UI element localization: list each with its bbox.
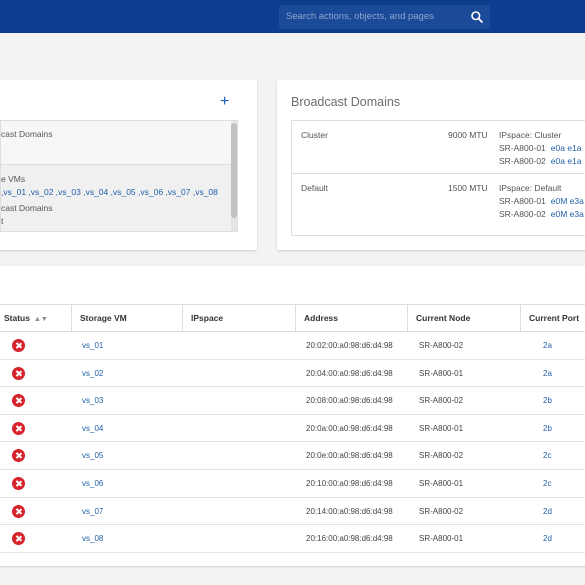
address-cell: 20:10:00:a0:98:d6:d4:98 bbox=[306, 479, 393, 488]
domain-node-row: SR-A800-02 e0M e3a e bbox=[499, 209, 585, 219]
ipspaces-card: + cast Domains e VMs ,vs_01 ,vs_02 ,vs_0… bbox=[0, 80, 257, 250]
broadcast-domains-table: Cluster 9000 MTU IPspace: Cluster SR-A80… bbox=[291, 120, 585, 236]
current-port-link[interactable]: 2a bbox=[543, 360, 552, 387]
table-row[interactable]: vs_02 20:04:00:a0:98:d6:d4:98 SR-A800-01 2a bbox=[0, 360, 585, 388]
storage-vm-link[interactable]: vs_04 bbox=[82, 415, 103, 442]
domain-node-row: SR-A800-02 e0a e1a bbox=[499, 156, 582, 166]
error-status-icon bbox=[12, 532, 25, 546]
current-node-cell: SR-A800-02 bbox=[419, 396, 464, 406]
port-links[interactable]: e0M e3a e bbox=[551, 209, 585, 219]
current-port-link[interactable]: 2d bbox=[543, 525, 552, 552]
error-status-icon bbox=[12, 477, 25, 490]
card-title: Broadcast Domains bbox=[291, 95, 401, 109]
storage-vm-link[interactable]: vs_07 bbox=[82, 498, 103, 525]
current-node-cell: SR-A800-02 bbox=[419, 341, 464, 350]
error-status-icon bbox=[12, 449, 25, 463]
port-links[interactable]: e0M e3a e bbox=[551, 196, 585, 206]
divider bbox=[292, 173, 585, 174]
domain-node-row: SR-A800-01 e0M e3a e bbox=[499, 196, 585, 206]
address-cell: 20:04:00:a0:98:d6:d4:98 bbox=[306, 368, 393, 378]
broadcast-domains-card: Broadcast Domains Cluster 9000 MTU IPspa… bbox=[277, 80, 585, 250]
column-header-current-node[interactable]: Current Node bbox=[407, 305, 520, 331]
error-status-icon bbox=[12, 366, 25, 380]
current-node-cell: SR-A800-02 bbox=[419, 506, 464, 516]
domain-ipspace: IPspace: Cluster bbox=[499, 130, 562, 140]
error-status-icon bbox=[12, 394, 25, 408]
column-header-address[interactable]: Address bbox=[295, 305, 407, 331]
storage-vm-link[interactable]: vs_06 bbox=[82, 470, 103, 497]
top-bar: Search actions, objects, and pages bbox=[0, 0, 585, 33]
table-row[interactable]: vs_07 20:14:00:a0:98:d6:d4:98 SR-A800-02 2d bbox=[0, 498, 585, 526]
search-input[interactable]: Search actions, objects, and pages bbox=[286, 11, 434, 22]
current-node-cell: SR-A800-01 bbox=[419, 368, 464, 378]
list-item-label: e VMs bbox=[1, 174, 26, 184]
address-cell: 20:0e:00:a0:98:d6:d4:98 bbox=[306, 451, 393, 461]
address-cell: 20:0a:00:a0:98:d6:d4:98 bbox=[306, 423, 393, 433]
column-header-ipspace[interactable]: IPspace bbox=[182, 305, 295, 331]
column-header-storage-vm[interactable]: Storage VM bbox=[71, 305, 182, 331]
ipspace-list: cast Domains e VMs ,vs_01 ,vs_02 ,vs_03 … bbox=[0, 120, 238, 232]
sort-icon[interactable]: ▲▼ bbox=[34, 316, 48, 323]
storage-vm-link[interactable]: vs_01 bbox=[82, 332, 103, 359]
table-row[interactable]: vs_04 20:0a:00:a0:98:d6:d4:98 SR-A800-01 2b bbox=[0, 415, 585, 443]
address-cell: 20:14:00:a0:98:d6:d4:98 bbox=[306, 506, 393, 516]
column-header-status[interactable]: Status ▲▼ bbox=[0, 305, 71, 331]
current-node-cell: SR-A800-02 bbox=[419, 451, 464, 461]
add-icon[interactable]: + bbox=[220, 94, 229, 110]
table-row[interactable]: vs_01 20:02:00:a0:98:d6:d4:98 SR-A800-02 2a bbox=[0, 332, 585, 360]
address-cell: 20:08:00:a0:98:d6:d4:98 bbox=[306, 396, 393, 406]
current-port-link[interactable]: 2c bbox=[543, 442, 551, 469]
scrollbar[interactable] bbox=[231, 121, 237, 231]
list-item-label: cast Domains bbox=[1, 129, 53, 139]
current-port-link[interactable]: 2a bbox=[543, 332, 552, 359]
error-status-icon bbox=[12, 504, 25, 518]
address-cell: 20:02:00:a0:98:d6:d4:98 bbox=[306, 341, 393, 350]
node-name: SR-A800-01 bbox=[499, 196, 546, 206]
table-row[interactable]: vs_06 20:10:00:a0:98:d6:d4:98 SR-A800-01 2c bbox=[0, 470, 585, 498]
port-links[interactable]: e0a e1a bbox=[551, 143, 582, 153]
current-node-cell: SR-A800-01 bbox=[419, 423, 464, 433]
search-box[interactable]: Search actions, objects, and pages bbox=[279, 5, 490, 29]
current-node-cell: SR-A800-01 bbox=[419, 534, 464, 544]
svm-links[interactable]: ,vs_01 ,vs_02 ,vs_03 ,vs_04 ,vs_05 ,vs_0… bbox=[1, 187, 218, 197]
current-port-link[interactable]: 2b bbox=[543, 387, 552, 414]
list-item[interactable]: e VMs ,vs_01 ,vs_02 ,vs_03 ,vs_04 ,vs_05… bbox=[1, 165, 235, 231]
storage-vm-link[interactable]: vs_05 bbox=[82, 442, 103, 469]
network-interfaces-card: Status ▲▼ Storage VM IPspace Address Curr… bbox=[0, 266, 585, 566]
search-icon[interactable] bbox=[470, 10, 484, 24]
domain-name: Cluster bbox=[301, 130, 328, 140]
domain-mtu: 1500 MTU bbox=[448, 183, 488, 193]
storage-vm-link[interactable]: vs_08 bbox=[82, 525, 103, 552]
table-row[interactable]: vs_05 20:0e:00:a0:98:d6:d4:98 SR-A800-02 2c bbox=[0, 442, 585, 470]
current-port-link[interactable]: 2b bbox=[543, 415, 552, 442]
storage-vm-link[interactable]: vs_03 bbox=[82, 387, 103, 414]
node-name: SR-A800-02 bbox=[499, 156, 546, 166]
table-row[interactable]: vs_08 20:16:00:a0:98:d6:d4:98 SR-A800-01 2d bbox=[0, 525, 585, 553]
address-cell: 20:16:00:a0:98:d6:d4:98 bbox=[306, 534, 393, 544]
table-row[interactable]: vs_03 20:08:00:a0:98:d6:d4:98 SR-A800-02 2b bbox=[0, 387, 585, 415]
node-name: SR-A800-01 bbox=[499, 143, 546, 153]
domain-ipspace: IPspace: Default bbox=[499, 183, 562, 193]
column-header-current-port[interactable]: Current Port bbox=[520, 305, 585, 331]
current-port-link[interactable]: 2d bbox=[543, 498, 552, 525]
list-item[interactable]: cast Domains bbox=[1, 121, 235, 165]
current-node-cell: SR-A800-01 bbox=[419, 479, 464, 488]
domain-mtu: 9000 MTU bbox=[448, 130, 488, 140]
table-header: Status ▲▼ Storage VM IPspace Address Curr… bbox=[0, 304, 585, 332]
domain-name: Default bbox=[301, 183, 328, 193]
list-item-label: cast Domains bbox=[1, 203, 53, 213]
list-item-label: t bbox=[1, 216, 4, 226]
port-links[interactable]: e0a e1a bbox=[551, 156, 582, 166]
scrollbar-thumb[interactable] bbox=[231, 123, 237, 218]
current-port-link[interactable]: 2c bbox=[543, 470, 551, 497]
error-status-icon bbox=[12, 339, 25, 352]
node-name: SR-A800-02 bbox=[499, 209, 546, 219]
domain-node-row: SR-A800-01 e0a e1a bbox=[499, 143, 582, 153]
storage-vm-link[interactable]: vs_02 bbox=[82, 360, 103, 387]
error-status-icon bbox=[12, 421, 25, 435]
